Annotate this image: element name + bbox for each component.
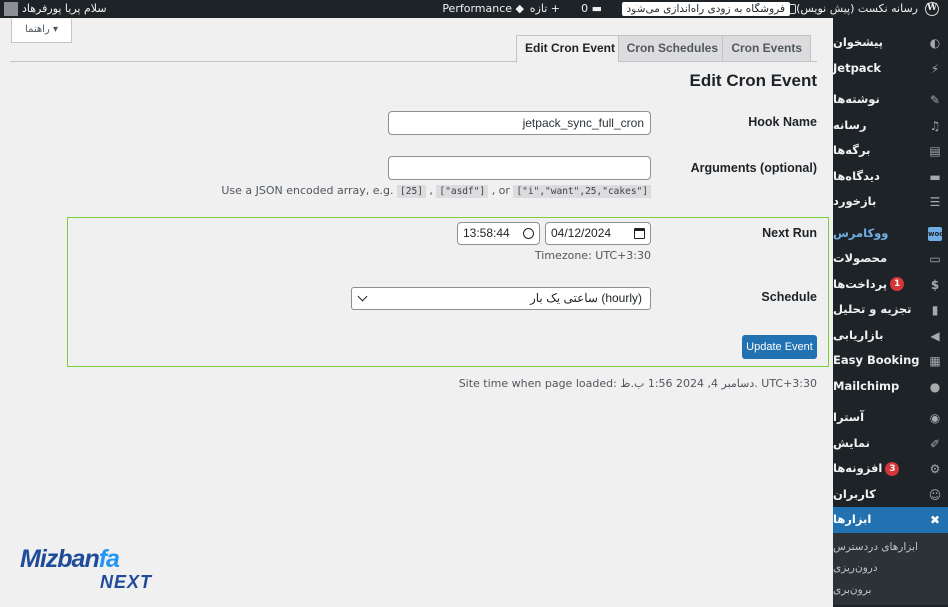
payments-badge: 1 (890, 277, 905, 291)
sidebar-item-tools[interactable]: ✖ ابزارها (833, 507, 948, 533)
sidebar-item-feedback[interactable]: ☰ بازخورد (833, 189, 948, 215)
arguments-label: Arguments (optional) (690, 161, 817, 175)
submenu-available-tools[interactable]: ابزارهای دردسترس (833, 537, 948, 559)
arguments-input[interactable] (388, 156, 651, 180)
next-run-date-input[interactable]: 04/12/2024 (545, 222, 651, 245)
store-notice[interactable]: فروشگاه به زودی راه‌اندازی می‌شود (621, 0, 790, 18)
hook-name-input[interactable]: jetpack_sync_full_cron (388, 111, 651, 135)
submenu-import[interactable]: درون‌ریزی (833, 558, 948, 580)
sidebar-item-woocommerce[interactable]: woo ووکامرس (833, 221, 948, 247)
sidebar-item-pages[interactable]: ▤ برگه‌ها (833, 138, 948, 164)
tab-edit-cron-event[interactable]: Edit Cron Event (515, 35, 624, 63)
sidebar-item-products[interactable]: ▭ محصولات (833, 246, 948, 272)
sidebar-item-plugins[interactable]: ⚙ افزونه‌ها 3 (833, 456, 948, 482)
plus-icon: + (550, 2, 560, 15)
next-run-time-input[interactable]: 13:58:44 (457, 222, 540, 245)
arguments-description: Use a JSON encoded array, e.g. [25] , ["… (221, 184, 651, 198)
example-code: ["i","want",25,"cakes"] (513, 185, 651, 198)
tools-submenu: ابزارهای دردسترس درون‌ریزی برون‌بری (833, 532, 948, 605)
schedule-label: Schedule (761, 290, 817, 304)
pin-icon: ✎ (929, 93, 941, 107)
mizbanfa-next-logo: Mizbanfa NEXT (20, 545, 152, 592)
new-content-link[interactable]: تازه + (530, 0, 560, 18)
users-icon: ☺ (928, 487, 942, 502)
submenu-export[interactable]: برون‌بری (833, 580, 948, 602)
tab-cron-events[interactable]: Cron Events (722, 35, 811, 62)
appearance-icon: ✐ (929, 436, 941, 451)
products-icon: ▭ (929, 252, 941, 266)
calendar-icon (634, 228, 645, 239)
next-run-label: Next Run (762, 226, 817, 240)
dashboard-icon: ◐ (929, 36, 941, 50)
example-code: [25] (397, 185, 426, 198)
sidebar-item-astra[interactable]: ◉ آسترا (833, 405, 948, 431)
sidebar-item-comments[interactable]: ▬ دیدگاه‌ها (833, 164, 948, 190)
schedule-select[interactable]: ساعتی یک بار (hourly) (351, 287, 651, 310)
sidebar-item-mailchimp[interactable]: ● Mailchimp (833, 374, 948, 400)
sidebar-item-dashboard[interactable]: ◐ پیشخوان (833, 30, 948, 56)
sidebar-item-posts[interactable]: ✎ نوشته‌ها (833, 87, 948, 113)
tab-cron-schedules[interactable]: Cron Schedules (617, 35, 727, 62)
comments-icon: ▬ (929, 169, 941, 184)
mailchimp-icon: ● (929, 379, 941, 394)
sidebar-item-marketing[interactable]: ◀ بازاریابی (833, 323, 948, 349)
hook-name-label: Hook Name (748, 115, 817, 129)
plugins-badge: 3 (885, 461, 900, 476)
site-time-text: Site time when page loaded: دسامبر 4, 20… (458, 377, 817, 390)
payments-icon: $ (930, 277, 940, 292)
site-name-link[interactable]: رسانه نکست (پیش نویس) (782, 0, 918, 18)
sidebar-item-appearance[interactable]: ✐ نمایش (833, 431, 948, 457)
sidebar-item-jetpack[interactable]: ⚡ Jetpack (833, 56, 948, 82)
pages-icon: ▤ (929, 144, 941, 158)
updates-icon: ⟳ (632, 2, 642, 15)
nav-tabs: Edit Cron Event Cron Schedules Cron Even… (10, 33, 817, 63)
calendar-icon: ▦ (929, 354, 941, 368)
sidebar-item-media[interactable]: ♫ رسانه (833, 113, 948, 139)
updates-link[interactable]: 7 ⟳ (622, 0, 642, 18)
astra-icon: ◉ (929, 411, 941, 425)
performance-link[interactable]: Performance ◆ (442, 0, 524, 18)
user-account-menu[interactable]: سلام پریا پورفرهاد (4, 0, 107, 18)
woo-icon: woo (928, 226, 944, 241)
media-icon: ♫ (929, 118, 941, 133)
performance-icon: ◆ (515, 2, 524, 15)
clock-icon (523, 228, 534, 239)
admin-sidebar: ◐ پیشخوان ⚡ Jetpack ✎ نوشته‌ها ♫ رسانه ▤ برگه… (833, 18, 948, 607)
sidebar-item-users[interactable]: ☺ کاربران (833, 482, 948, 508)
sidebar-item-payments[interactable]: $ پرداخت‌ها 1 (833, 272, 948, 298)
analytics-icon: ▮ (931, 303, 939, 317)
comment-icon: ▬ (591, 2, 602, 15)
chevron-down-icon (357, 291, 368, 302)
marketing-icon: ◀ (930, 328, 940, 343)
admin-bar: W رسانه نکست (پیش نویس) فروشگاه به زودی … (0, 0, 948, 18)
page-title: Edit Cron Event (689, 71, 817, 90)
jetpack-icon: ⚡ (930, 61, 940, 76)
sidebar-item-easy-booking[interactable]: ▦ Easy Booking (833, 348, 948, 374)
timezone-text: Timezone: UTC+3:30 (534, 249, 651, 262)
sidebar-item-analytics[interactable]: ▮ تجزیه و تحلیل (833, 297, 948, 323)
plugins-icon: ⚙ (929, 462, 941, 476)
tools-icon: ✖ (929, 513, 941, 527)
update-event-button[interactable]: Update Event (742, 335, 817, 359)
feedback-icon: ☰ (929, 195, 941, 209)
comments-link[interactable]: 0 ▬ (581, 0, 602, 18)
wordpress-logo-icon[interactable]: W (920, 0, 944, 18)
avatar (4, 2, 18, 16)
example-code: ["asdf"] (436, 185, 489, 198)
